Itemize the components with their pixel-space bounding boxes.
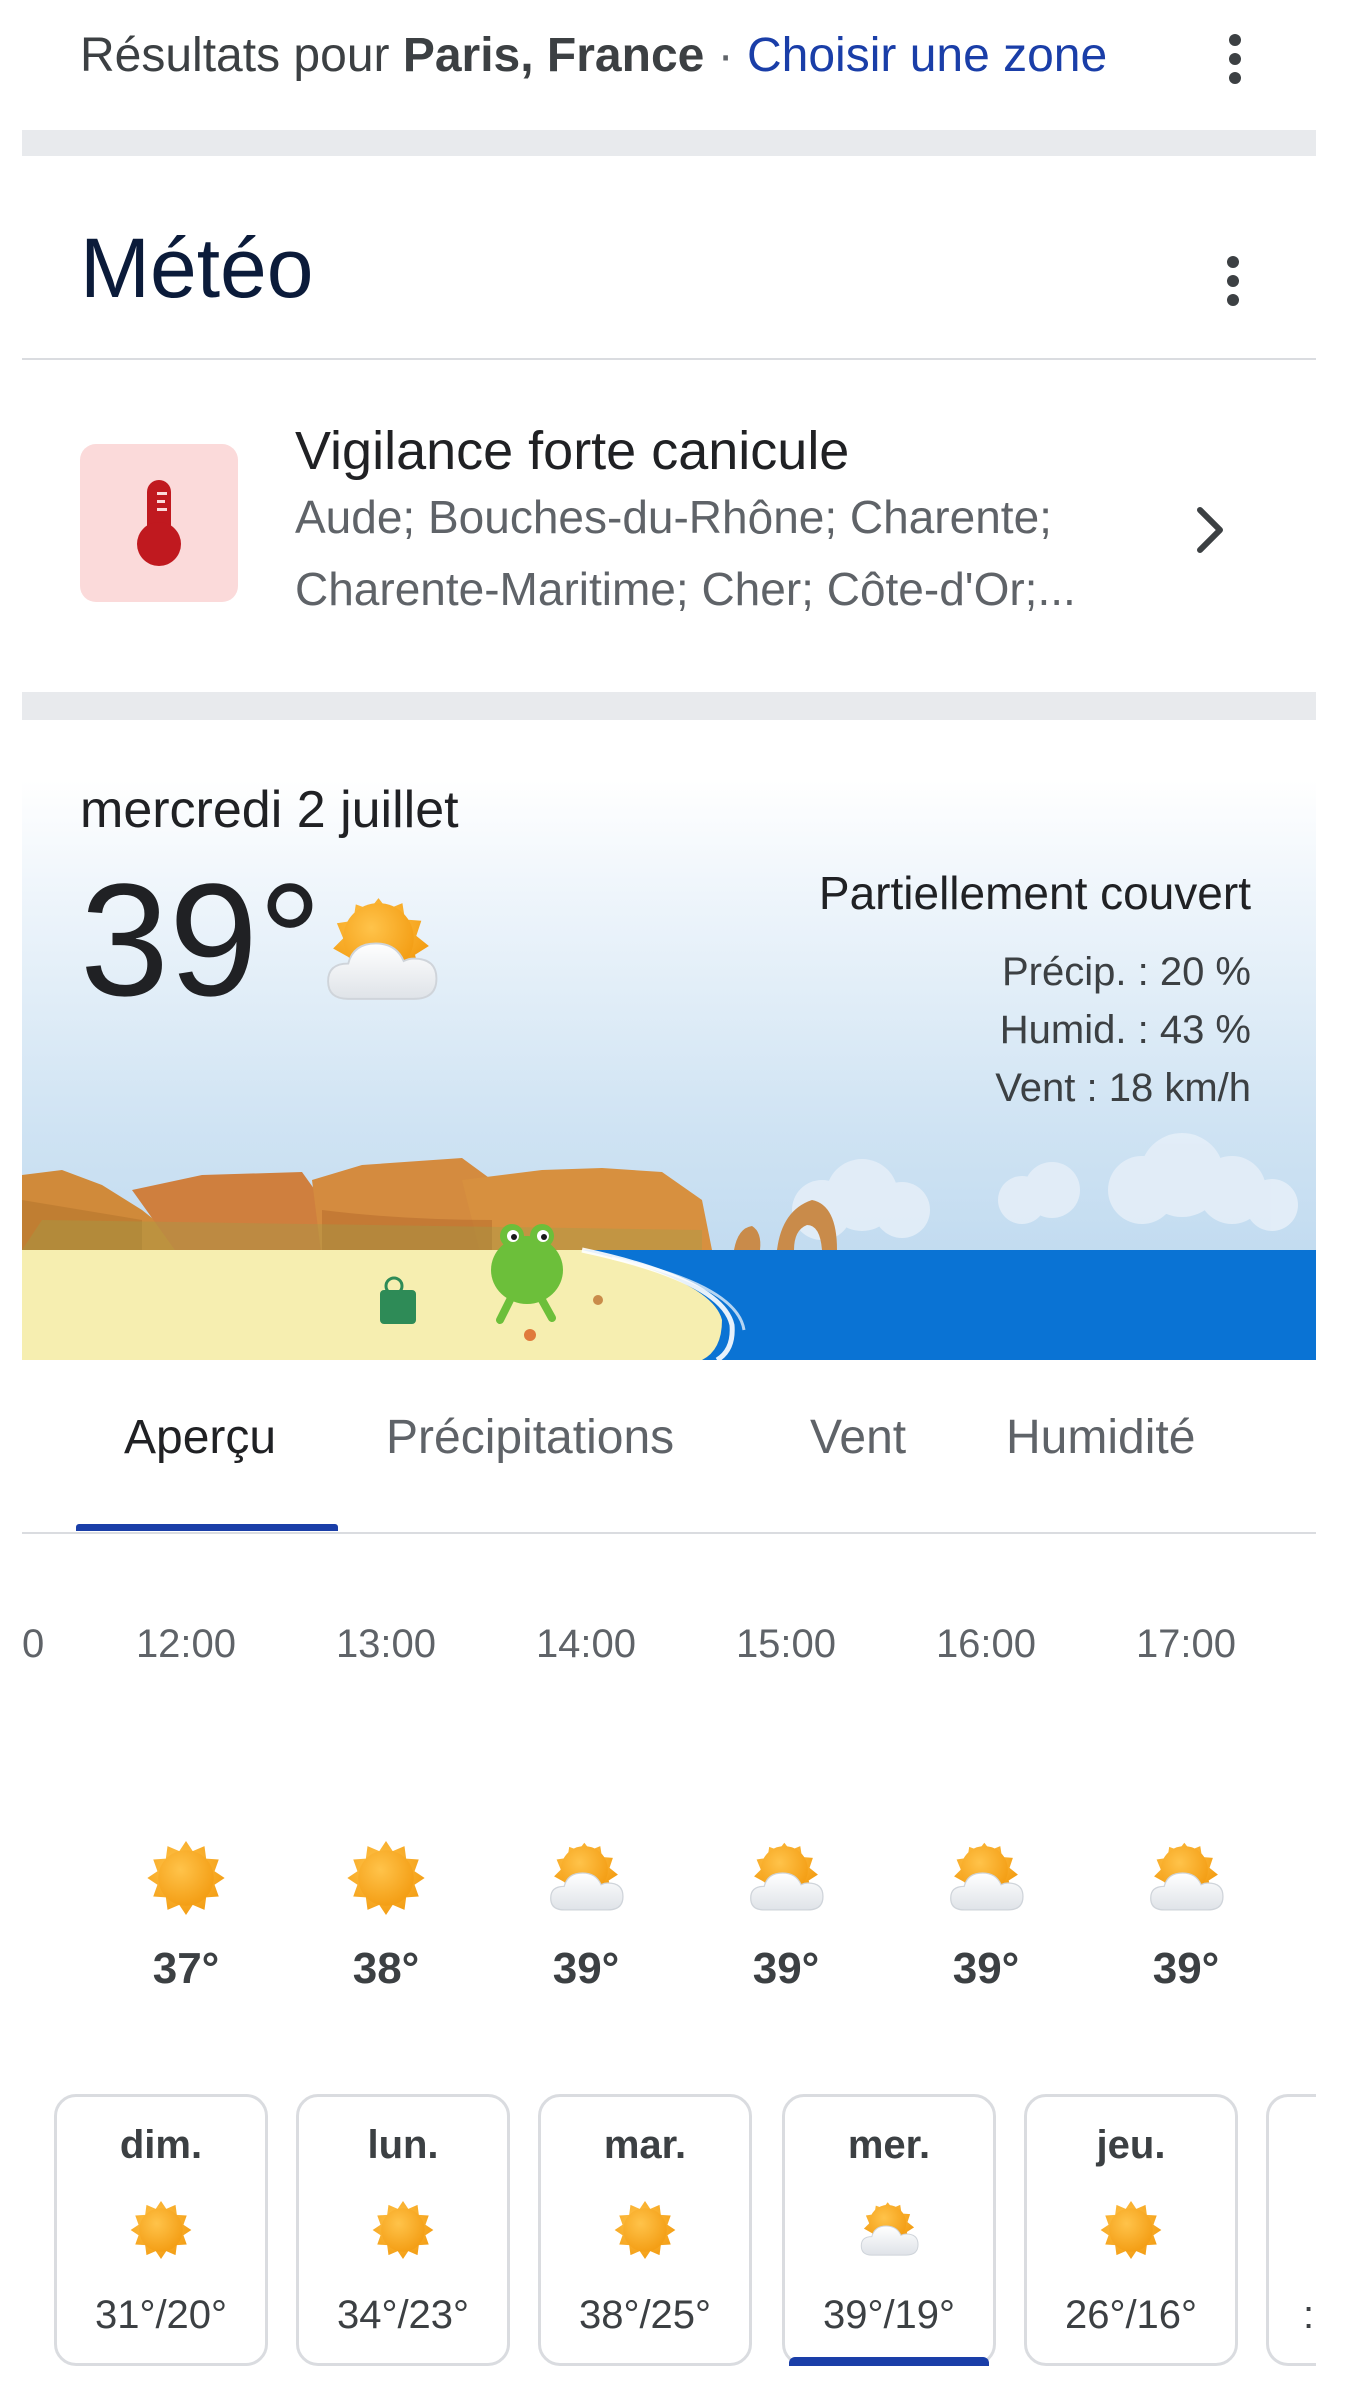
partly-cloudy-icon xyxy=(744,1836,828,1920)
hour-temp: 37° xyxy=(152,1944,220,1993)
alert-icon-box xyxy=(80,444,238,602)
partly-cloudy-icon xyxy=(544,1836,628,1920)
location-prefix: Résultats pour xyxy=(80,29,403,82)
card-more-options-icon[interactable] xyxy=(1226,256,1240,313)
section-separator-2 xyxy=(22,692,1316,720)
location-separator: · xyxy=(704,29,747,82)
current-date: mercredi 2 juillet xyxy=(80,781,459,839)
sun-icon xyxy=(1098,2197,1164,2263)
sun-icon xyxy=(144,1836,228,1920)
humidity-stat: Humid. : 43 % xyxy=(999,1008,1251,1052)
day-name: lun. xyxy=(367,2123,439,2167)
tabs-divider xyxy=(22,1532,1316,1534)
hour-time: 13:00 xyxy=(335,1622,437,1666)
sun-icon xyxy=(344,1836,428,1920)
day-name: mer. xyxy=(847,2123,931,2167)
thermometer-icon xyxy=(137,480,181,566)
partly-cloudy-icon xyxy=(944,1836,1028,1920)
section-separator xyxy=(22,130,1316,156)
day-card-mar[interactable]: mar. 38°/25° xyxy=(538,2094,752,2366)
tab-apercu[interactable]: Aperçu xyxy=(124,1410,276,1465)
day-temps: 38°/25° xyxy=(578,2293,712,2337)
partly-cloudy-icon xyxy=(1144,1836,1228,1920)
clipped-hour-fragment: 0 xyxy=(22,1622,45,1666)
hour-temp: 39° xyxy=(752,1944,820,1993)
location-more-options-icon[interactable] xyxy=(1228,34,1242,91)
title-divider xyxy=(22,358,1316,360)
day-card-lun[interactable]: lun. 34°/23° xyxy=(296,2094,510,2366)
day-temps: 31°/20° xyxy=(94,2293,228,2337)
choose-zone-link[interactable]: Choisir une zone xyxy=(747,29,1107,82)
chevron-right-icon xyxy=(1197,507,1223,553)
hour-time: 14:00 xyxy=(535,1622,637,1666)
hour-temp: 39° xyxy=(1152,1944,1220,1993)
alert-regions-line2: Charente-Maritime; Cher; Côte-d'Or;... xyxy=(295,563,1076,615)
day-card-mer-selected[interactable]: mer. 39°/19° xyxy=(782,2094,996,2366)
current-condition: Partiellement couvert xyxy=(818,867,1251,919)
hour-temp: 39° xyxy=(952,1944,1020,1993)
hour-temp: 39° xyxy=(552,1944,620,1993)
sun-icon xyxy=(370,2197,436,2263)
tab-vent[interactable]: Vent xyxy=(810,1410,906,1465)
day-card-jeu[interactable]: jeu. 26°/16° xyxy=(1024,2094,1238,2366)
hour-temp: 38° xyxy=(352,1944,420,1993)
hour-time: 12:00 xyxy=(135,1622,237,1666)
day-name: jeu. xyxy=(1096,2123,1166,2167)
day-temps: 34°/23° xyxy=(336,2293,470,2337)
day-name: dim. xyxy=(119,2123,203,2167)
active-tab-indicator xyxy=(76,1524,338,1531)
partly-cloudy-icon xyxy=(318,888,444,1014)
wind-stat: Vent : 18 km/h xyxy=(995,1066,1251,1110)
heat-alert-row[interactable]: Vigilance forte canicule Aude; Bouches-d… xyxy=(22,362,1316,690)
selected-day-indicator xyxy=(789,2357,989,2366)
precipitation-stat: Précip. : 20 % xyxy=(1001,950,1251,994)
sun-icon xyxy=(128,2197,194,2263)
location-text: Résultats pour Paris, France · Choisir u… xyxy=(80,28,1107,83)
tab-precipitations[interactable]: Précipitations xyxy=(386,1410,674,1465)
location-bar: Résultats pour Paris, France · Choisir u… xyxy=(0,0,1351,130)
hour-time: 15:00 xyxy=(735,1622,837,1666)
alert-regions-line1: Aude; Bouches-du-Rhône; Charente; xyxy=(295,491,1052,543)
tab-humidite[interactable]: Humidité xyxy=(1006,1410,1195,1465)
partly-cloudy-icon xyxy=(856,2197,922,2263)
sun-icon xyxy=(612,2197,678,2263)
alert-title: Vigilance forte canicule xyxy=(295,421,850,481)
day-card-dim[interactable]: dim. 31°/20° xyxy=(54,2094,268,2366)
current-temperature: 39° xyxy=(80,850,322,1029)
day-card-clipped[interactable]: : xyxy=(1266,2094,1316,2366)
hour-time: 16:00 xyxy=(935,1622,1037,1666)
day-temps: 26°/16° xyxy=(1064,2293,1198,2337)
hour-time: 17:00 xyxy=(1135,1622,1237,1666)
location-place: Paris, France xyxy=(402,29,705,82)
card-title: Météo xyxy=(80,221,314,315)
day-temps: 39°/19° xyxy=(822,2293,956,2337)
day-name: mar. xyxy=(603,2123,687,2167)
